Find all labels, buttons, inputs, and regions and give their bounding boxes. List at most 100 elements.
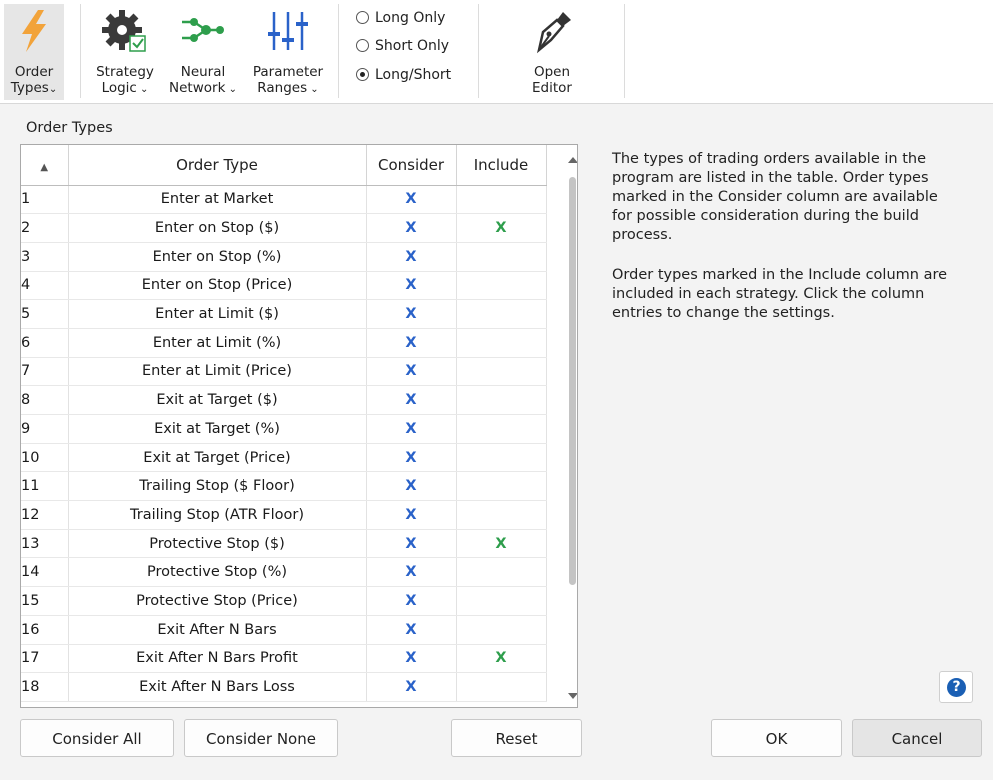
scroll-thumb[interactable] [569, 177, 576, 585]
include-cell[interactable] [456, 185, 547, 215]
order-type-cell: Trailing Stop ($ Floor) [68, 471, 367, 502]
consider-cell[interactable]: X [366, 271, 457, 301]
parameter-ranges-label-2: Ranges [257, 80, 308, 96]
vertical-scrollbar[interactable] [566, 145, 577, 707]
sliders-icon [268, 8, 308, 58]
short-only-label: Short Only [375, 38, 450, 54]
table-row: 4 Enter on Stop (Price) X [21, 271, 547, 301]
include-header[interactable]: Include [456, 145, 547, 186]
table-row: 14 Protective Stop (%) X [21, 557, 547, 588]
long-only-radio[interactable]: Long Only [356, 10, 445, 26]
row-number: 13 [21, 529, 69, 559]
table-row: 17 Exit After N Bars Profit X X [21, 644, 547, 674]
consider-cell[interactable]: X [366, 328, 457, 358]
table-row: 2 Enter on Stop ($) X X [21, 213, 547, 243]
include-cell[interactable] [456, 357, 547, 387]
consider-cell[interactable]: X [366, 357, 457, 387]
order-type-cell: Trailing Stop (ATR Floor) [68, 500, 367, 530]
parameter-ranges-button[interactable]: Parameter Ranges ⌄ [246, 4, 330, 100]
scroll-up-icon[interactable] [568, 157, 577, 163]
consider-cell[interactable]: X [366, 557, 457, 588]
order-type-cell: Exit at Target (Price) [68, 443, 367, 473]
row-number: 15 [21, 586, 69, 616]
section-title: Order Types [26, 120, 113, 136]
reset-button[interactable]: Reset [451, 719, 582, 757]
long-short-radio[interactable]: Long/Short [356, 67, 451, 83]
order-type-cell: Enter on Stop ($) [68, 213, 367, 243]
strategy-logic-button[interactable]: Strategy Logic ⌄ [90, 4, 160, 100]
consider-cell[interactable]: X [366, 471, 457, 502]
pen-nib-icon [529, 8, 575, 58]
include-cell[interactable] [456, 299, 547, 329]
consider-cell[interactable]: X [366, 185, 457, 215]
include-cell[interactable] [456, 557, 547, 588]
consider-cell[interactable]: X [366, 586, 457, 616]
include-cell[interactable] [456, 414, 547, 444]
table-row: 1 Enter at Market X [21, 185, 547, 215]
sort-up-icon: ▲ [40, 161, 49, 173]
order-type-header[interactable]: Order Type [68, 145, 367, 186]
lightning-icon [16, 8, 52, 58]
include-cell[interactable] [456, 328, 547, 358]
include-cell[interactable]: X [456, 529, 547, 559]
chevron-down-icon: ⌄ [136, 84, 149, 95]
consider-cell[interactable]: X [366, 500, 457, 530]
include-cell[interactable] [456, 242, 547, 272]
consider-cell[interactable]: X [366, 443, 457, 473]
consider-cell[interactable]: X [366, 385, 457, 415]
consider-cell[interactable]: X [366, 414, 457, 444]
include-cell[interactable]: X [456, 644, 547, 674]
gear-check-icon [100, 8, 150, 58]
table-row: 5 Enter at Limit ($) X [21, 299, 547, 329]
consider-header[interactable]: Consider [366, 145, 457, 186]
consider-cell[interactable]: X [366, 615, 457, 645]
row-number: 6 [21, 328, 69, 358]
cancel-button[interactable]: Cancel [852, 719, 982, 757]
order-type-cell: Protective Stop ($) [68, 529, 367, 559]
row-number: 4 [21, 271, 69, 301]
neural-network-button[interactable]: Neural Network ⌄ [166, 4, 240, 100]
order-types-button[interactable]: Order Types⌄ [4, 4, 64, 100]
row-number: 3 [21, 242, 69, 272]
consider-cell[interactable]: X [366, 529, 457, 559]
include-cell[interactable] [456, 586, 547, 616]
include-cell[interactable] [456, 672, 547, 702]
order-type-cell: Protective Stop (Price) [68, 586, 367, 616]
row-number: 14 [21, 557, 69, 588]
separator [80, 4, 81, 98]
short-only-radio[interactable]: Short Only [356, 38, 449, 54]
consider-cell[interactable]: X [366, 213, 457, 243]
include-cell[interactable] [456, 385, 547, 415]
consider-cell[interactable]: X [366, 299, 457, 329]
order-type-cell: Exit After N Bars Profit [68, 644, 367, 674]
order-type-cell: Enter at Market [68, 185, 367, 215]
include-cell[interactable] [456, 443, 547, 473]
order-type-cell: Enter on Stop (%) [68, 242, 367, 272]
consider-all-button[interactable]: Consider All [20, 719, 174, 757]
include-cell[interactable] [456, 271, 547, 301]
consider-cell[interactable]: X [366, 644, 457, 674]
consider-none-button[interactable]: Consider None [184, 719, 338, 757]
separator [478, 4, 479, 98]
table-row: 8 Exit at Target ($) X [21, 385, 547, 415]
open-editor-button[interactable]: Open Editor [515, 4, 589, 100]
include-cell[interactable]: X [456, 213, 547, 243]
ok-button[interactable]: OK [711, 719, 842, 757]
row-number: 12 [21, 500, 69, 530]
consider-cell[interactable]: X [366, 672, 457, 702]
row-number: 9 [21, 414, 69, 444]
help-paragraph-1: The types of trading orders available in… [612, 151, 938, 243]
consider-cell[interactable]: X [366, 242, 457, 272]
include-cell[interactable] [456, 471, 547, 502]
chevron-down-icon: ⌄ [48, 84, 58, 95]
open-editor-label-1: Open [533, 64, 571, 80]
help-button[interactable]: ? [939, 671, 973, 703]
include-cell[interactable] [456, 500, 547, 530]
sort-column-header[interactable]: ▲ [21, 145, 69, 186]
long-short-label: Long/Short [375, 67, 452, 83]
table-row: 18 Exit After N Bars Loss X [21, 672, 547, 702]
table-row: 10 Exit at Target (Price) X [21, 443, 547, 473]
scroll-down-icon[interactable] [568, 693, 577, 699]
include-cell[interactable] [456, 615, 547, 645]
table-row: 11 Trailing Stop ($ Floor) X [21, 471, 547, 502]
